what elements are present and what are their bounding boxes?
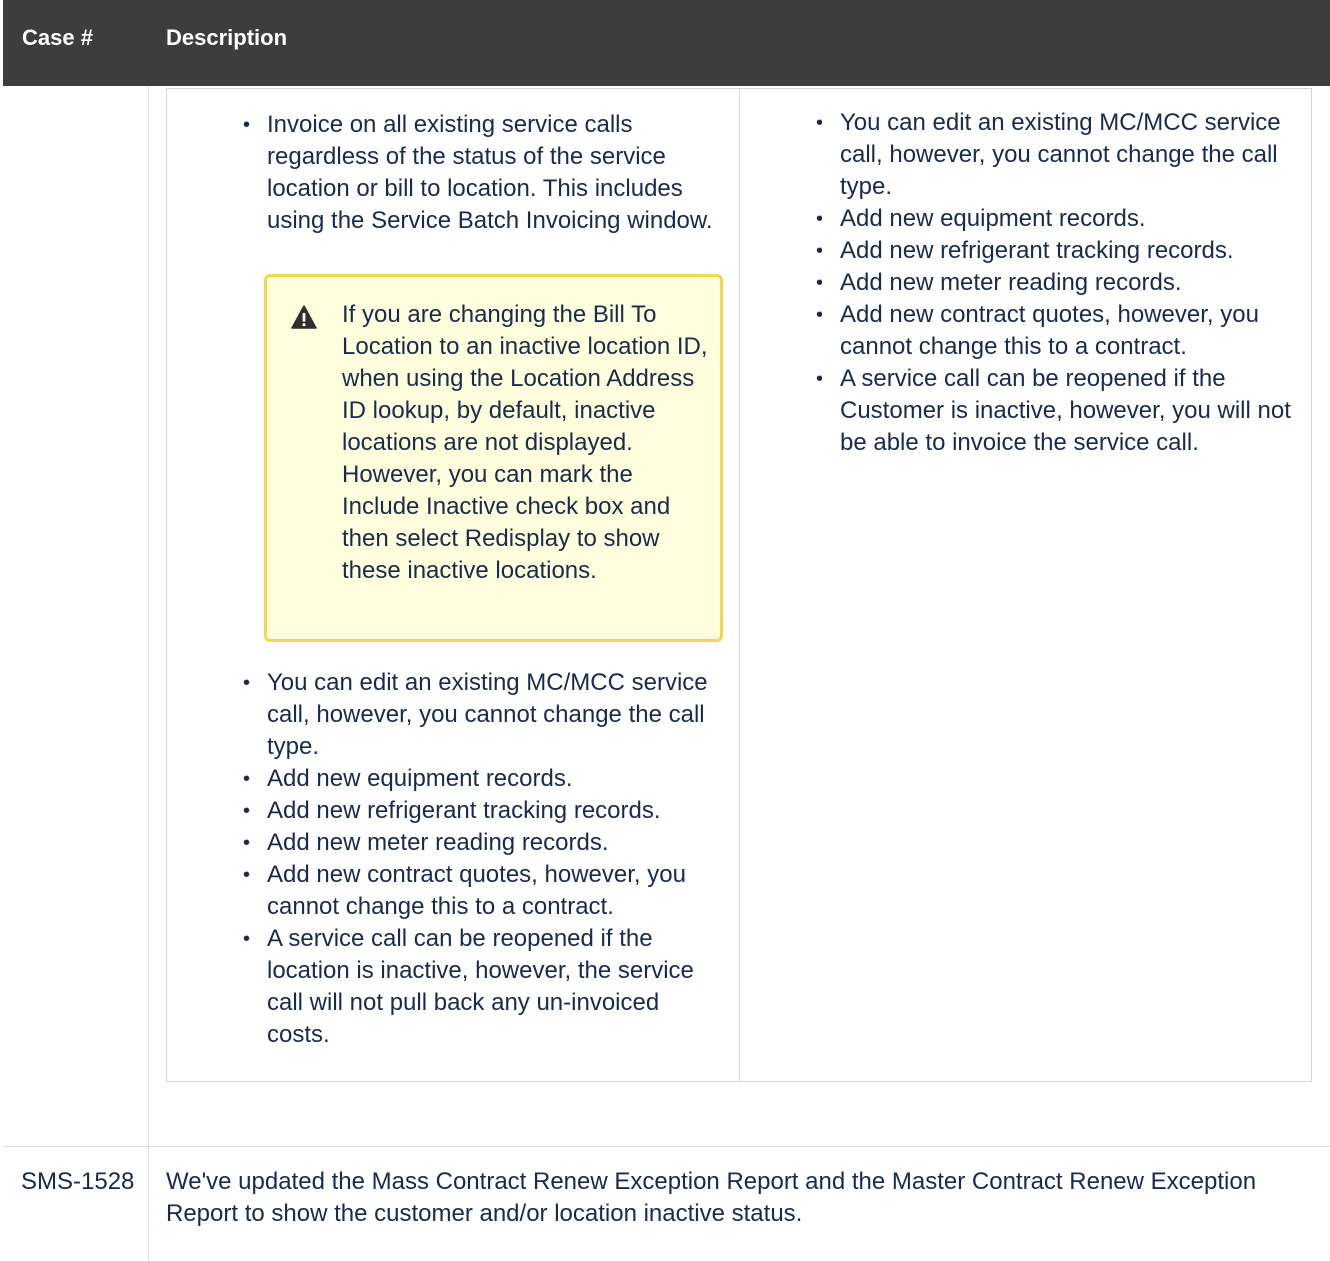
list-item: Add new contract quotes, however, you ca… bbox=[241, 859, 725, 923]
list-item: Add new meter reading records. bbox=[241, 827, 725, 859]
list-item: A service call can be reopened if the Cu… bbox=[814, 363, 1304, 459]
list-item: You can edit an existing MC/MCC service … bbox=[241, 667, 725, 763]
case-number-cell: SMS-1528 bbox=[21, 1168, 135, 1195]
left-intro-list: Invoice on all existing service calls re… bbox=[241, 109, 725, 237]
list-item: Add new refrigerant tracking records. bbox=[814, 235, 1304, 267]
list-item: Add new refrigerant tracking records. bbox=[241, 795, 725, 827]
list-item: You can edit an existing MC/MCC service … bbox=[814, 107, 1304, 203]
list-item: Add new equipment records. bbox=[814, 203, 1304, 235]
list-item: Add new meter reading records. bbox=[814, 267, 1304, 299]
right-capabilities-list: You can edit an existing MC/MCC service … bbox=[814, 107, 1304, 459]
column-header-case: Case # bbox=[22, 25, 93, 50]
nested-table-divider bbox=[739, 89, 740, 1081]
list-item: Add new equipment records. bbox=[241, 763, 725, 795]
warning-text: If you are changing the Bill To Location… bbox=[342, 301, 708, 584]
list-item: Add new contract quotes, however, you ca… bbox=[814, 299, 1304, 363]
table-header: Case # Description bbox=[3, 0, 1330, 86]
list-item: A service call can be reopened if the lo… bbox=[241, 923, 725, 1051]
warning-triangle-icon bbox=[291, 305, 317, 329]
column-divider bbox=[148, 86, 149, 1261]
row-divider bbox=[3, 1146, 1330, 1147]
nested-comparison-table: Invoice on all existing service calls re… bbox=[166, 88, 1312, 1082]
column-header-description: Description bbox=[166, 25, 288, 50]
left-capabilities-list: You can edit an existing MC/MCC service … bbox=[241, 667, 725, 1051]
description-cell: We've updated the Mass Contract Renew Ex… bbox=[166, 1168, 1257, 1227]
list-item: Invoice on all existing service calls re… bbox=[241, 109, 725, 237]
warning-panel: If you are changing the Bill To Location… bbox=[264, 274, 723, 642]
